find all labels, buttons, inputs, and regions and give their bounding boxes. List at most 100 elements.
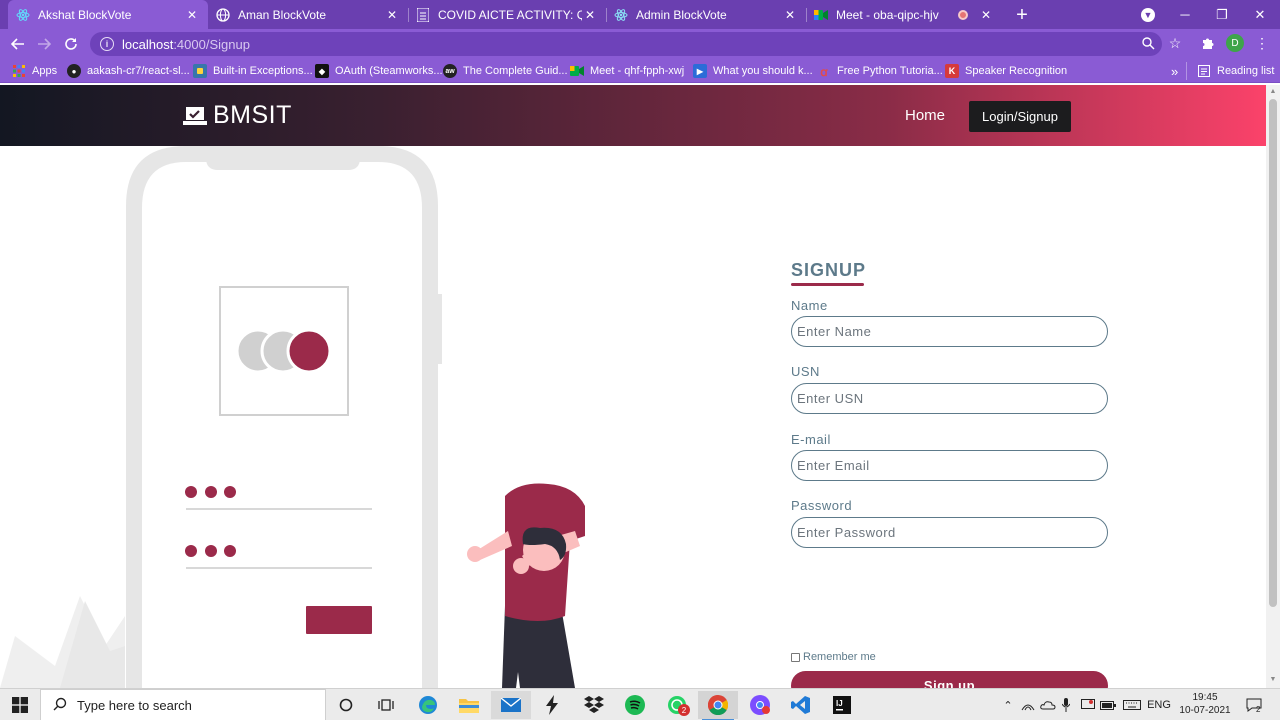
bookmark-complete-guide[interactable]: aw The Complete Guid... xyxy=(443,63,568,79)
remember-me-checkbox[interactable] xyxy=(791,652,800,662)
site-info-icon[interactable]: i xyxy=(100,37,114,51)
forward-arrow-icon[interactable] xyxy=(32,32,56,56)
notification-count: 2 xyxy=(1256,705,1261,714)
tab-akshat-blockvote[interactable]: Akshat BlockVote ✕ xyxy=(8,0,208,29)
scroll-up-arrow-icon[interactable]: ▲ xyxy=(1269,88,1277,96)
new-tab-button[interactable]: + xyxy=(1010,3,1034,27)
windows-start-button[interactable] xyxy=(0,689,40,720)
chrome-profile-icon[interactable] xyxy=(740,691,780,719)
aw-icon: aw xyxy=(443,64,457,78)
scrollbar-thumb[interactable] xyxy=(1269,99,1277,607)
password-dot xyxy=(224,486,236,498)
nav-home-link[interactable]: Home xyxy=(905,107,945,124)
recording-icon xyxy=(958,9,968,20)
onedrive-icon[interactable] xyxy=(1039,689,1057,720)
steam-icon: ◆ xyxy=(315,64,329,78)
spotify-icon[interactable] xyxy=(615,691,655,719)
bookmark-steam-oauth[interactable]: ◆ OAuth (Steamworks... xyxy=(315,63,443,79)
microphone-icon[interactable] xyxy=(1059,689,1073,720)
dropbox-icon[interactable] xyxy=(574,691,614,719)
windows-logo-icon xyxy=(12,697,28,713)
bookmark-python-tutorial[interactable]: ꭤ Free Python Tutoria... xyxy=(817,63,942,79)
file-explorer-icon[interactable] xyxy=(449,691,489,719)
sign-up-button[interactable]: Sign up xyxy=(791,671,1108,688)
tab-admin-blockvote[interactable]: Admin BlockVote ✕ xyxy=(606,0,806,29)
tab-aman-blockvote[interactable]: Aman BlockVote ✕ xyxy=(208,0,408,29)
name-input[interactable] xyxy=(791,316,1108,347)
site-brand[interactable]: BMSIT xyxy=(183,101,292,130)
keyboard-icon[interactable] xyxy=(1121,689,1143,720)
chrome-icon[interactable] xyxy=(698,691,738,720)
zoom-search-icon[interactable] xyxy=(1137,32,1159,54)
tab-title: Admin BlockVote xyxy=(636,7,727,22)
bookmark-apps[interactable]: Apps xyxy=(12,63,57,79)
password-dot xyxy=(185,486,197,498)
close-tab-icon[interactable]: ✕ xyxy=(782,7,798,23)
bookmark-speaker-recognition[interactable]: K Speaker Recognition xyxy=(945,63,1067,79)
close-tab-icon[interactable]: ✕ xyxy=(384,7,400,23)
show-hidden-icons-chevron-icon[interactable]: ⌃ xyxy=(1000,689,1016,720)
whatsapp-badge: 2 xyxy=(678,704,690,716)
usn-input[interactable] xyxy=(791,383,1108,414)
bookmark-github[interactable]: ● aakash-cr7/react-sl... xyxy=(67,63,190,79)
python-icon xyxy=(193,64,207,78)
display-icon[interactable] xyxy=(1079,689,1097,720)
bookmark-python-exceptions[interactable]: Built-in Exceptions... xyxy=(193,63,313,79)
brand-name: BMSIT xyxy=(213,101,292,129)
close-window-icon[interactable]: ✕ xyxy=(1241,0,1279,29)
laptop-check-icon xyxy=(183,106,207,125)
back-arrow-icon[interactable] xyxy=(6,32,30,56)
lightning-app-icon[interactable] xyxy=(532,691,572,719)
apps-grid-icon xyxy=(12,64,26,78)
close-tab-icon[interactable]: ✕ xyxy=(184,7,200,23)
more-bookmarks-chevron-icon[interactable]: » xyxy=(1171,63,1178,79)
cortana-icon[interactable] xyxy=(326,691,366,719)
taskbar-clock[interactable]: 19:45 10-07-2021 xyxy=(1174,691,1236,717)
python-tutorial-icon: ꭤ xyxy=(820,64,828,79)
windows-taskbar: Type here to search 2 IJ ⌃ ENG 19:45 10-… xyxy=(0,688,1280,720)
phone-side-button xyxy=(436,294,442,364)
nav-login-signup-button[interactable]: Login/Signup xyxy=(969,101,1071,132)
restore-icon[interactable]: ❐ xyxy=(1203,0,1241,29)
task-view-icon[interactable] xyxy=(366,691,406,719)
remember-me[interactable]: Remember me xyxy=(791,651,876,663)
battery-icon[interactable] xyxy=(1099,689,1117,720)
reload-icon[interactable] xyxy=(59,32,83,56)
notification-center-icon[interactable]: 2 xyxy=(1242,689,1266,720)
form-title: SIGNUP xyxy=(791,260,867,280)
email-label: E-mail xyxy=(791,432,831,447)
bookmark-meet[interactable]: Meet - qhf-fpph-xwj xyxy=(570,63,684,79)
mail-icon[interactable] xyxy=(491,691,531,719)
tab-covid-aicte-quiz[interactable]: COVID AICTE ACTIVITY: QUIZ-6 ✕ xyxy=(408,0,606,29)
scroll-down-arrow-icon[interactable]: ▼ xyxy=(1269,676,1277,684)
minimize-icon[interactable]: ─ xyxy=(1166,0,1204,29)
search-icon xyxy=(53,697,69,713)
network-icon[interactable] xyxy=(1019,689,1037,720)
language-indicator[interactable]: ENG xyxy=(1147,689,1171,720)
menu-kebab-icon[interactable]: ⋮ xyxy=(1251,32,1273,54)
taskbar-search[interactable]: Type here to search xyxy=(40,689,326,720)
phone-submit-button xyxy=(306,606,372,634)
password-label: Password xyxy=(791,498,853,513)
password-input[interactable] xyxy=(791,517,1108,548)
bookmark-label: What you should k... xyxy=(713,65,813,77)
email-input[interactable] xyxy=(791,450,1108,481)
close-tab-icon[interactable]: ✕ xyxy=(978,7,994,23)
svg-text:IJ: IJ xyxy=(836,699,843,708)
profile-avatar[interactable]: D xyxy=(1226,34,1244,52)
page-scrollbar[interactable]: ▲ ▼ xyxy=(1266,85,1280,688)
phone-notch xyxy=(206,146,360,170)
tab-meet[interactable]: Meet - oba-qipc-hjv ✕ xyxy=(806,0,1002,29)
reading-list-button[interactable]: Reading list xyxy=(1197,63,1274,79)
jetbrains-icon[interactable]: IJ xyxy=(822,691,862,719)
vscode-icon[interactable] xyxy=(781,691,821,719)
close-tab-icon[interactable]: ✕ xyxy=(582,7,598,23)
extensions-puzzle-icon[interactable] xyxy=(1197,32,1219,54)
tab-search-icon[interactable]: ▼ xyxy=(1129,0,1167,29)
bookmark-video[interactable]: ▶ What you should k... xyxy=(693,63,813,79)
bookmark-star-icon[interactable]: ☆ xyxy=(1164,32,1186,54)
whatsapp-icon[interactable]: 2 xyxy=(657,691,697,719)
url-text: localhost:4000/Signup xyxy=(122,36,250,52)
address-bar[interactable]: i localhost:4000/Signup xyxy=(90,32,1162,56)
edge-icon[interactable] xyxy=(408,691,448,719)
